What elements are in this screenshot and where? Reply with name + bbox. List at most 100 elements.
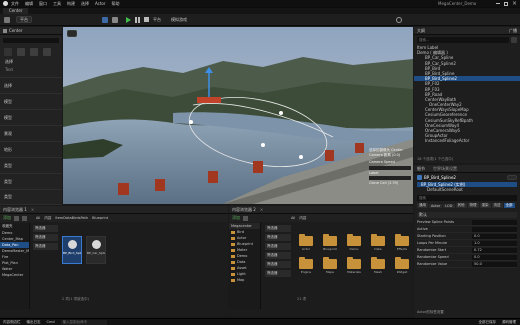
play-icon[interactable] xyxy=(126,16,131,23)
cb2-add-button[interactable]: 添加 xyxy=(232,215,240,221)
menu-tools[interactable]: 工具 xyxy=(53,1,61,7)
cb1-path-crumb[interactable]: ItemDataBirdsPath xyxy=(55,216,88,220)
left-panel-search[interactable] xyxy=(3,38,59,43)
cb2-filter[interactable]: 筛选器 xyxy=(265,234,291,241)
outliner-settings-icon[interactable] xyxy=(511,37,517,43)
cb1-path-crumb[interactable]: Blueprint xyxy=(92,216,108,220)
left-panel-row[interactable]: 选择 xyxy=(0,77,62,93)
details-footer[interactable]: Actor的标签设置 xyxy=(417,310,444,315)
filter-tab[interactable]: Actor xyxy=(429,203,443,208)
menu-select[interactable]: 选择 xyxy=(81,1,89,7)
minimize-icon[interactable] xyxy=(496,3,500,4)
blueprint-icon[interactable] xyxy=(102,16,108,23)
folder-tile[interactable]: Blueprint xyxy=(321,234,339,251)
menu-build[interactable]: 构建 xyxy=(67,1,75,7)
folder-tile[interactable]: Effects xyxy=(393,234,411,251)
sequence-icon[interactable] xyxy=(112,16,118,23)
cb1-path-crumb[interactable]: All xyxy=(36,216,40,220)
cb1-save-icon[interactable] xyxy=(22,215,27,221)
details-prop-value[interactable]: 0.0 xyxy=(472,254,517,260)
component-child[interactable]: DefaultSceneRoot xyxy=(417,187,517,192)
folder-tile[interactable]: Actor xyxy=(297,234,315,251)
left-panel-row[interactable]: 类型 xyxy=(0,189,62,205)
cb2-close-icon[interactable]: × xyxy=(260,207,263,212)
overlay-field[interactable] xyxy=(369,165,411,170)
cb1-add-button[interactable]: 添加 xyxy=(3,215,11,221)
outliner-tab-right[interactable]: 广播 xyxy=(509,28,517,34)
cb2-path-crumb[interactable]: 内容 xyxy=(299,216,306,221)
cb2-filter[interactable]: 筛选器 xyxy=(265,252,291,259)
menu-actor[interactable]: Actor xyxy=(95,1,106,6)
left-panel-item-b[interactable]: Text xyxy=(0,66,62,73)
menu-edit[interactable]: 编辑 xyxy=(25,1,33,7)
add-component-button[interactable] xyxy=(507,175,517,180)
viewport-options-button[interactable] xyxy=(67,30,77,37)
menu-help[interactable]: 帮助 xyxy=(112,1,120,7)
details-section-header[interactable]: 默认 xyxy=(417,212,517,219)
cb2-path-crumb[interactable]: All xyxy=(291,216,295,220)
stop-icon[interactable] xyxy=(144,17,149,22)
details-prop-value[interactable]: 1.0 xyxy=(472,240,517,246)
left-panel-item-a[interactable]: 选择 xyxy=(0,58,62,66)
details-prop-value[interactable]: 0.72 xyxy=(472,247,517,253)
details-prop-value[interactable]: 50.0 xyxy=(472,261,517,267)
outliner-search-input[interactable]: 搜索... xyxy=(417,37,509,43)
cb1-tree-item[interactable]: 收藏夹 xyxy=(0,223,29,230)
cb1-filter[interactable]: 筛选器 xyxy=(33,243,58,250)
unreal-logo-icon[interactable] xyxy=(3,1,8,6)
cb2-tree-item[interactable]: Map xyxy=(229,277,260,283)
folder-tile[interactable]: Data xyxy=(369,234,387,251)
cb1-import-icon[interactable] xyxy=(14,215,19,221)
filter-tab[interactable]: 通用 xyxy=(417,203,428,209)
cb2-filter[interactable]: 筛选器 xyxy=(265,261,291,268)
saved-status[interactable]: 全部已保存 xyxy=(479,320,497,325)
cb1-path-crumb[interactable]: 内容 xyxy=(44,216,51,221)
details-prop-value[interactable]: 0.0 xyxy=(472,233,517,239)
left-panel-row[interactable]: 景观 xyxy=(0,125,62,141)
cb2-filter[interactable]: 筛选器 xyxy=(265,225,291,232)
outliner-item[interactable]: InstancedFoliageActor xyxy=(414,138,520,143)
asset-tile[interactable]: BP_Car_Spline xyxy=(86,236,106,264)
left-panel-row[interactable]: 模型 xyxy=(0,109,62,125)
folder-tile[interactable]: Materials xyxy=(345,257,363,274)
left-panel-tab[interactable]: Center xyxy=(9,28,22,33)
tool-landscape-icon[interactable] xyxy=(17,48,25,56)
left-panel-row[interactable]: 类型 xyxy=(0,157,62,173)
overlay-field-2[interactable] xyxy=(369,176,411,180)
folder-tile[interactable]: Mesh xyxy=(369,257,387,274)
filter-tab[interactable]: 物理 xyxy=(467,203,479,209)
cb2-import-icon[interactable] xyxy=(243,215,248,221)
output-log-button[interactable]: 输出日志 xyxy=(27,320,41,325)
viewport[interactable]: 选择的摄像头 Center Camera 距离 (0.0) Camera Spe… xyxy=(63,27,413,204)
folder-tile[interactable]: Maps xyxy=(321,257,339,274)
maximize-icon[interactable] xyxy=(504,2,508,6)
menu-file[interactable]: 文件 xyxy=(11,1,19,7)
cmd-dropdown[interactable]: Cmd xyxy=(47,320,55,324)
tool-select-icon[interactable] xyxy=(4,48,12,56)
world-settings-tab[interactable]: 世界场景设置 xyxy=(433,166,457,172)
filter-tab[interactable]: 流送 xyxy=(491,203,503,209)
filter-tab[interactable]: 其他 xyxy=(455,203,467,209)
details-search-input[interactable]: 搜索 xyxy=(417,195,517,202)
filter-tab[interactable]: 渲染 xyxy=(479,203,491,209)
asset-tile[interactable]: BP_Bird_Spline xyxy=(62,236,82,264)
save-icon[interactable] xyxy=(4,16,10,23)
source-control-button[interactable]: 源码管理 xyxy=(502,320,516,325)
menu-window[interactable]: 窗口 xyxy=(39,1,47,7)
cb1-filter[interactable]: 筛选器 xyxy=(33,225,58,232)
filter-tab[interactable]: LOD xyxy=(443,203,455,208)
platforms-button[interactable]: 模拟游戏 xyxy=(171,17,187,23)
left-panel-row[interactable]: 地形 xyxy=(0,141,62,157)
left-panel-row[interactable]: 类型 xyxy=(0,173,62,189)
mode-button[interactable]: 平台 xyxy=(16,16,32,23)
tool-foliage-icon[interactable] xyxy=(30,48,38,56)
settings-icon[interactable] xyxy=(396,17,402,23)
cb1-tree-item[interactable]: MegaCenter xyxy=(0,272,29,278)
tool-mesh-icon[interactable] xyxy=(43,48,51,56)
filter-tab-all[interactable]: 全部 xyxy=(503,203,515,209)
left-panel-row[interactable]: 模型 xyxy=(0,93,62,109)
details-object-name[interactable]: BP_Bird_Spline2 xyxy=(424,175,456,180)
play-options-button[interactable]: 平台 xyxy=(153,17,161,23)
details-prop-value[interactable] xyxy=(472,219,517,225)
pause-icon[interactable] xyxy=(135,16,140,23)
